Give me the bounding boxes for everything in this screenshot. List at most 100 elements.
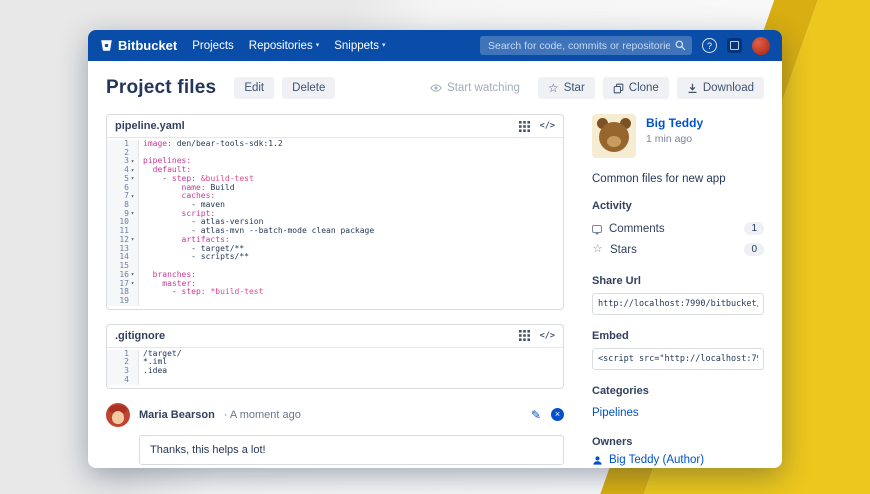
count-badge: 1 [744, 222, 764, 235]
browser-card: Bitbucket Projects Repositories ▾ Snippets ▾… [88, 30, 782, 468]
embed-input[interactable] [592, 348, 764, 370]
activity-label: Stars [610, 243, 637, 256]
fold-caret-icon[interactable]: ▾ [129, 280, 136, 287]
owner-link[interactable]: Big Teddy (Author) [609, 454, 704, 466]
line-number[interactable]: 4 ▾ [107, 165, 137, 175]
line-number: 1 [107, 139, 137, 149]
search-input[interactable] [480, 36, 692, 56]
owner-name-link[interactable]: Big Teddy [646, 114, 703, 130]
chevron-down-icon: ▾ [381, 42, 386, 49]
nav-item-snippets[interactable]: Snippets ▾ [334, 40, 385, 52]
fold-caret-icon[interactable]: ▾ [129, 193, 136, 200]
fold-caret-icon[interactable]: ▾ [129, 176, 136, 182]
search [480, 36, 692, 56]
owners-heading: Owners [592, 436, 633, 448]
view-toggle: </> [518, 330, 555, 342]
grid-view-icon[interactable] [518, 330, 530, 342]
person-icon [593, 455, 602, 465]
download-button[interactable]: Download [676, 77, 764, 99]
line-number[interactable]: 7 ▾ [107, 192, 137, 201]
start-watching-button[interactable]: Start watching [420, 77, 530, 99]
owner-avatar[interactable] [592, 114, 636, 158]
clone-button[interactable]: Clone [602, 77, 669, 99]
start-watching-label: Start watching [447, 82, 520, 94]
code-line: branches: [152, 270, 196, 279]
comment: Maria Bearson · A moment ago ✎ × Thanks,… [106, 402, 564, 465]
count-badge: 0 [744, 243, 764, 256]
line-number[interactable]: 3 ▾ [107, 157, 137, 166]
code-line: caches: [181, 192, 216, 201]
owner-link-row[interactable]: Big Teddy (Author) [592, 454, 764, 466]
bitbucket-logo[interactable]: Bitbucket [100, 38, 177, 53]
source-view-icon[interactable]: </> [540, 121, 555, 131]
fold-caret-icon[interactable]: ▾ [129, 158, 136, 165]
grid-view-icon[interactable] [518, 120, 530, 132]
code-line: master: [162, 279, 196, 288]
help-icon[interactable]: ? [702, 38, 717, 53]
fold-caret-icon[interactable]: ▾ [129, 167, 136, 174]
avatar-face [112, 410, 124, 424]
nav-item-projects[interactable]: Projects [192, 40, 234, 52]
owner-time: 1 min ago [646, 133, 693, 145]
code-line: - target/** [143, 244, 245, 253]
user-avatar[interactable] [752, 36, 770, 55]
file-card: .gitignore </> 1 /target/2 *.iml 3 .idea 4 [106, 323, 564, 389]
inbox-icon[interactable] [727, 38, 742, 53]
file-header: pipeline.yaml </> [107, 115, 563, 138]
source-view-icon[interactable]: </> [540, 331, 555, 341]
brand-label: Bitbucket [118, 38, 178, 53]
header-actions: Start watching ☆ Star Clone Download [420, 77, 764, 99]
clone-icon [613, 83, 624, 93]
nav-right: ? [480, 36, 770, 56]
comment-actions: ✎ × [531, 408, 564, 422]
activity-label: Comments [609, 222, 665, 235]
file-list: pipeline.yaml </> 1 image: den/bear-tool… [106, 114, 564, 389]
share-url-input[interactable] [592, 293, 764, 315]
line-number: 4 [107, 375, 137, 385]
activity-row-comments[interactable]: Comments 1 [592, 218, 764, 239]
commenter-avatar[interactable] [106, 402, 130, 427]
star-button[interactable]: ☆ Star [537, 77, 595, 99]
activity-row-stars[interactable]: ☆ Stars 0 [592, 239, 764, 260]
comment-author-link[interactable]: Maria Bearson [139, 409, 215, 421]
chevron-down-icon: ▾ [315, 42, 320, 49]
code-line: default: [152, 166, 192, 175]
fold-caret-icon[interactable]: ▾ [129, 211, 136, 217]
code-line: name: Build [181, 183, 235, 192]
nav-menu: Projects Repositories ▾ Snippets ▾ [192, 40, 385, 52]
nav-item-repositories[interactable]: Repositories ▾ [249, 40, 319, 52]
code-viewer: 1 image: den/bear-tools-sdk:1.2 2 3 ▾ pipel… [107, 138, 563, 309]
code-line: - step: &build-test [143, 174, 254, 183]
top-nav: Bitbucket Projects Repositories ▾ Snippets ▾… [88, 30, 782, 61]
file-header: .gitignore </> [107, 325, 563, 348]
line-number: 1 [107, 349, 137, 359]
fold-caret-icon[interactable]: ▾ [129, 272, 136, 278]
owner-row: Big Teddy 1 min ago [592, 114, 764, 158]
delete-button[interactable]: Delete [282, 77, 336, 99]
edit-comment-icon[interactable]: ✎ [531, 409, 541, 421]
page-title: Project files [106, 77, 217, 98]
line-number: 2 [107, 148, 137, 158]
edit-button[interactable]: Edit [234, 77, 275, 99]
activity-heading: Activity [592, 200, 632, 212]
code-line: pipelines: [143, 157, 192, 166]
line-number: 3 [107, 366, 137, 376]
category-link[interactable]: Pipelines [592, 407, 639, 419]
search-icon [675, 40, 686, 50]
delete-comment-icon[interactable]: × [551, 408, 564, 422]
fold-caret-icon[interactable]: ▾ [129, 237, 136, 243]
line-number[interactable]: 5 ▾ [107, 174, 137, 184]
code-viewer: 1 /target/2 *.iml 3 .idea 4 [107, 348, 563, 388]
clone-label: Clone [628, 82, 659, 94]
